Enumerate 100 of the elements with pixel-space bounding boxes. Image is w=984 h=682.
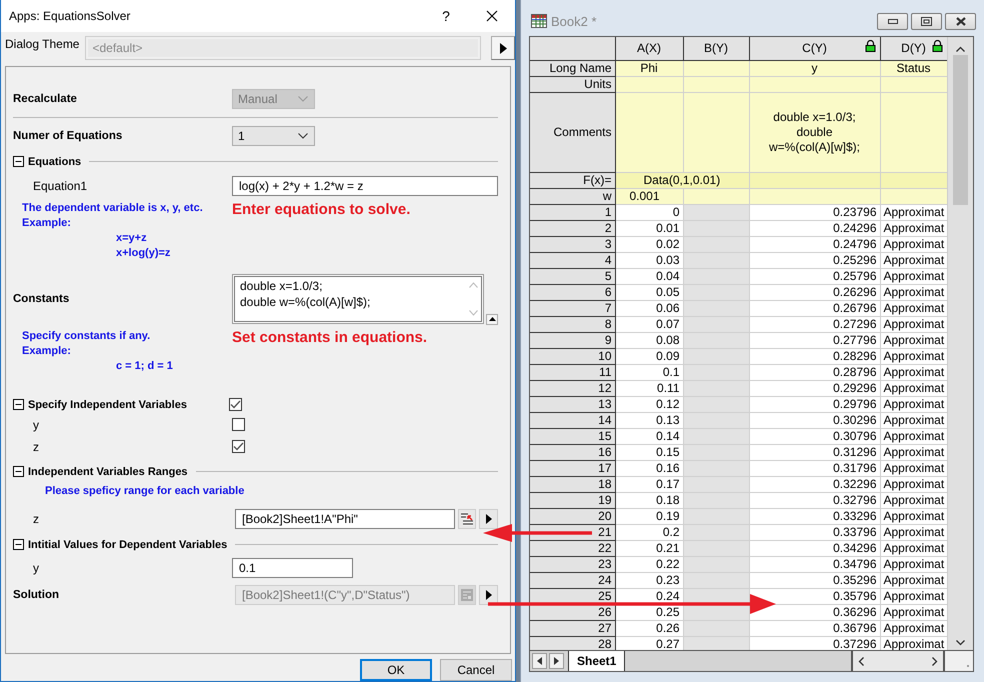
table-cell[interactable]: 0.27296 xyxy=(749,316,880,332)
table-cell[interactable]: 0.1 xyxy=(615,364,683,380)
row-header[interactable]: F(x)= xyxy=(530,172,615,188)
table-cell[interactable]: double x=1.0/3; double w=%(col(A)[w]$); xyxy=(749,92,880,172)
table-cell[interactable]: Approximat xyxy=(880,380,947,396)
column-header[interactable]: B(Y) xyxy=(683,37,749,60)
table-cell[interactable]: 0.24796 xyxy=(749,236,880,252)
collapse-icon[interactable] xyxy=(13,399,24,410)
dialog-button[interactable]: Cancel xyxy=(440,659,512,681)
table-cell[interactable]: Approximat xyxy=(880,540,947,556)
table-cell[interactable]: Data(0,1,0.01) xyxy=(615,172,749,188)
row-header[interactable]: 6 xyxy=(530,284,615,300)
table-cell[interactable]: 0.27 xyxy=(615,636,683,650)
row-header[interactable]: 10 xyxy=(530,348,615,364)
table-cell[interactable]: 0.05 xyxy=(615,284,683,300)
scroll-down-icon[interactable] xyxy=(956,640,966,646)
table-cell[interactable]: Approximat xyxy=(880,588,947,604)
row-header[interactable]: 14 xyxy=(530,412,615,428)
table-cell[interactable]: 0.12 xyxy=(615,396,683,412)
row-header[interactable]: 2 xyxy=(530,220,615,236)
checkbox[interactable] xyxy=(229,398,242,412)
scroll-thumb[interactable] xyxy=(953,55,968,205)
table-cell[interactable]: 0.19 xyxy=(615,508,683,524)
table-cell[interactable]: 0.29296 xyxy=(749,380,880,396)
input-field[interactable]: log(x) + 2*y + 1.2*w = z xyxy=(232,176,498,196)
scroll-left-icon[interactable] xyxy=(858,656,864,666)
table-cell[interactable]: 0.27796 xyxy=(749,332,880,348)
table-cell[interactable]: 0.06 xyxy=(615,300,683,316)
table-cell[interactable]: 0.25296 xyxy=(749,252,880,268)
table-cell[interactable]: 0.2 xyxy=(615,524,683,540)
column-header[interactable]: C(Y) xyxy=(749,37,880,60)
table-cell[interactable]: 0.01 xyxy=(615,220,683,236)
table-cell[interactable]: Approximat xyxy=(880,620,947,636)
table-cell[interactable]: 0.33296 xyxy=(749,508,880,524)
row-header[interactable]: 4 xyxy=(530,252,615,268)
table-cell[interactable]: Approximat xyxy=(880,428,947,444)
table-cell[interactable]: Approximat xyxy=(880,492,947,508)
column-header[interactable]: D(Y) xyxy=(880,37,947,60)
row-header[interactable]: 12 xyxy=(530,380,615,396)
input-field[interactable]: [Book2]Sheet1!A"Phi" xyxy=(235,508,455,529)
table-cell[interactable]: 0.26796 xyxy=(749,300,880,316)
table-cell[interactable]: Approximat xyxy=(880,556,947,572)
table-cell[interactable]: 0.11 xyxy=(615,380,683,396)
row-header[interactable]: 1 xyxy=(530,204,615,220)
row-header[interactable]: 3 xyxy=(530,236,615,252)
table-cell[interactable]: 0.13 xyxy=(615,412,683,428)
table-cell[interactable]: 0.18 xyxy=(615,492,683,508)
row-header[interactable]: 19 xyxy=(530,492,615,508)
table-cell[interactable]: Approximat xyxy=(880,364,947,380)
help-button[interactable]: ? xyxy=(423,0,469,32)
table-cell[interactable]: 0.37296 xyxy=(749,636,880,650)
table-cell[interactable]: 0.07 xyxy=(615,316,683,332)
table-cell[interactable]: 0.28296 xyxy=(749,348,880,364)
table-cell[interactable]: Approximat xyxy=(880,604,947,620)
collapse-icon[interactable] xyxy=(13,466,24,478)
table-cell[interactable]: 0.26296 xyxy=(749,284,880,300)
table-cell[interactable]: Approximat xyxy=(880,460,947,476)
arrow-button[interactable] xyxy=(479,584,498,605)
minimize-button[interactable] xyxy=(877,12,908,30)
table-cell[interactable]: 0.31796 xyxy=(749,460,880,476)
row-header[interactable]: 28 xyxy=(530,636,615,650)
table-cell[interactable]: 0.08 xyxy=(615,332,683,348)
arrow-button[interactable] xyxy=(479,508,498,529)
table-cell[interactable]: 0.17 xyxy=(615,476,683,492)
table-cell[interactable]: Approximat xyxy=(880,268,947,284)
table-cell[interactable]: 0.15 xyxy=(615,444,683,460)
table-cell[interactable]: 0.04 xyxy=(615,268,683,284)
collapse-icon[interactable] xyxy=(13,156,24,168)
corner-cell[interactable] xyxy=(530,37,615,60)
dialog-button[interactable]: OK xyxy=(360,659,432,681)
table-cell[interactable]: 0.16 xyxy=(615,460,683,476)
table-cell[interactable]: 0.33796 xyxy=(749,524,880,540)
close-button[interactable] xyxy=(945,12,976,30)
row-header[interactable]: 9 xyxy=(530,332,615,348)
table-cell[interactable]: 0.23 xyxy=(615,572,683,588)
table-cell[interactable]: 0.21 xyxy=(615,540,683,556)
resize-grip[interactable] xyxy=(945,651,973,671)
expand-button[interactable] xyxy=(486,314,498,325)
row-header[interactable]: 27 xyxy=(530,620,615,636)
scroll-right-icon[interactable] xyxy=(932,656,938,666)
sheet-tab[interactable]: Sheet1 xyxy=(568,651,626,671)
table-cell[interactable]: 0.001 xyxy=(615,188,683,204)
collapse-icon[interactable] xyxy=(13,539,24,550)
table-cell[interactable]: 0.36796 xyxy=(749,620,880,636)
table-cell[interactable]: Approximat xyxy=(880,444,947,460)
table-cell[interactable]: Approximat xyxy=(880,476,947,492)
row-header[interactable]: 18 xyxy=(530,476,615,492)
table-cell[interactable]: Approximat xyxy=(880,524,947,540)
table-cell[interactable]: 0 xyxy=(615,204,683,220)
table-cell[interactable]: Approximat xyxy=(880,412,947,428)
arrow-button[interactable] xyxy=(491,36,515,60)
row-header[interactable]: 11 xyxy=(530,364,615,380)
table-cell[interactable]: Approximat xyxy=(880,204,947,220)
table-cell[interactable]: Approximat xyxy=(880,300,947,316)
restore-button[interactable] xyxy=(911,12,942,30)
scrollbar[interactable] xyxy=(853,651,945,671)
table-cell[interactable]: 0.34296 xyxy=(749,540,880,556)
table-cell[interactable]: Approximat xyxy=(880,220,947,236)
table-cell[interactable]: 0.14 xyxy=(615,428,683,444)
scroll-up-icon[interactable] xyxy=(956,46,966,52)
